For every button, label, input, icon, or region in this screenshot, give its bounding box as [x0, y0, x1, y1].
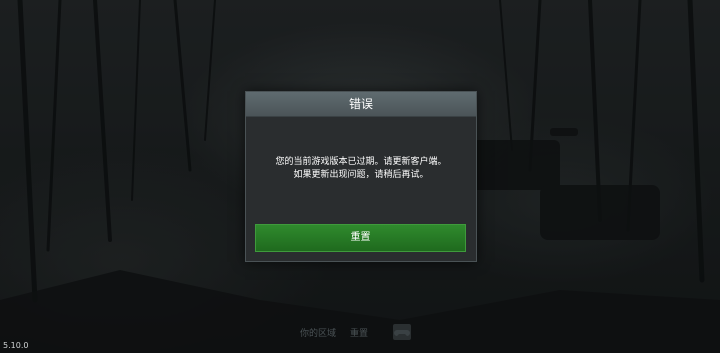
dialog-message: 您的当前游戏版本已过期。请更新客户端。 如果更新出现问题，请稍后再试。	[246, 156, 476, 182]
version-label: 5.10.0	[3, 341, 29, 350]
dialog-title: 错误	[246, 92, 476, 117]
error-dialog: 错误 您的当前游戏版本已过期。请更新客户端。 如果更新出现问题，请稍后再试。 重…	[245, 91, 477, 262]
message-line-1: 您的当前游戏版本已过期。请更新客户端。	[275, 157, 447, 167]
message-line-2: 如果更新出现问题，请稍后再试。	[293, 170, 429, 180]
region-link[interactable]: 你的区域	[300, 327, 336, 341]
reset-link[interactable]: 重置	[350, 327, 368, 341]
controller-icon[interactable]	[393, 324, 411, 340]
reset-button[interactable]: 重置	[255, 224, 466, 252]
